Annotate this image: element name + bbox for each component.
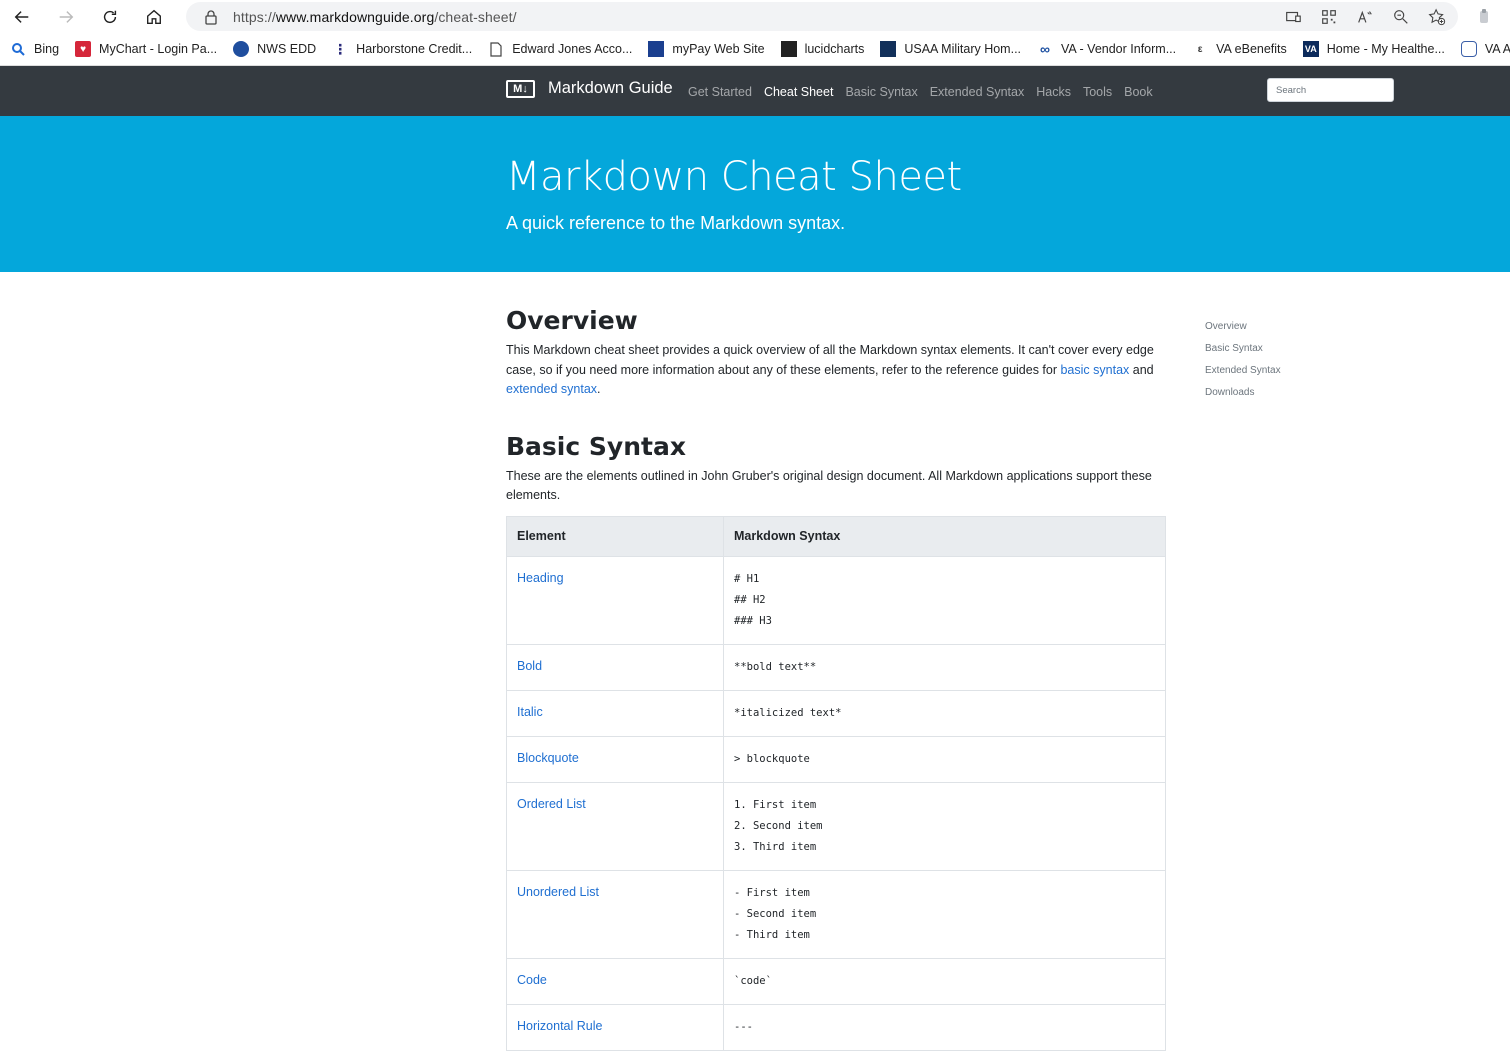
syntax-cell: 1. First item 2. Second item 3. Third item — [723, 781, 1166, 871]
read-aloud-icon[interactable] — [1356, 8, 1374, 26]
add-favorite-icon[interactable] — [1428, 8, 1446, 26]
bookmark-mychart[interactable]: ♥ MyChart - Login Pa... — [75, 41, 217, 57]
harborstone-icon: ⋮ — [333, 40, 348, 57]
col-element: Element — [506, 515, 724, 557]
ebenefits-icon: ε — [1197, 43, 1203, 55]
search-input[interactable]: Search — [1267, 78, 1394, 102]
qr-code-icon[interactable] — [1320, 8, 1338, 26]
va-vendor-icon: ∞ — [1040, 41, 1050, 57]
bookmark-lucidcharts[interactable]: lucidcharts — [780, 41, 864, 57]
element-link[interactable]: Unordered List — [517, 885, 599, 899]
extended-syntax-link[interactable]: extended syntax — [506, 382, 597, 396]
syntax-cell: - First item - Second item - Third item — [723, 869, 1166, 959]
back-button[interactable] — [0, 0, 44, 33]
table-row: Ordered List 1. First item 2. Second item… — [506, 781, 1166, 871]
table-row: Code `code` — [506, 957, 1166, 1005]
mypay-icon — [648, 41, 665, 57]
element-link[interactable]: Blockquote — [517, 751, 579, 765]
search-icon — [10, 41, 26, 57]
table-header-row: Element Markdown Syntax — [506, 515, 1166, 557]
element-link[interactable]: Heading — [517, 571, 564, 585]
nav-extended-syntax[interactable]: Extended Syntax — [930, 85, 1025, 99]
arrow-left-icon — [14, 10, 29, 23]
syntax-cell: `code` — [723, 957, 1166, 1005]
syntax-cell: > blockquote — [723, 735, 1166, 783]
page-icon — [488, 41, 504, 57]
lucid-icon — [780, 41, 797, 57]
element-link[interactable]: Italic — [517, 705, 543, 719]
brand-name: Markdown Guide — [548, 79, 673, 97]
app-available-icon[interactable] — [1284, 8, 1302, 26]
lock-icon — [205, 9, 217, 25]
nav-get-started[interactable]: Get Started — [688, 85, 752, 99]
brand-link[interactable]: M↓ Markdown Guide — [506, 79, 673, 98]
table-row: Heading # H1 ## H2 ### H3 — [506, 555, 1166, 645]
bookmark-va-vendor[interactable]: ∞ VA - Vendor Inform... — [1037, 41, 1176, 57]
refresh-button[interactable] — [88, 0, 132, 33]
main-nav: Get Started Cheat Sheet Basic Syntax Ext… — [688, 85, 1153, 99]
table-row: Unordered List - First item - Second item… — [506, 869, 1166, 959]
bookmark-va-access[interactable]: VA Access Gatew — [1460, 41, 1510, 57]
basic-syntax-text: These are the elements outlined in John … — [506, 468, 1152, 503]
page-title: Markdown Cheat Sheet — [506, 154, 962, 200]
syntax-cell: **bold text** — [723, 643, 1166, 691]
zoom-out-icon[interactable] — [1392, 8, 1410, 26]
noaa-icon — [233, 41, 250, 57]
basic-syntax-heading: Basic Syntax — [506, 431, 686, 461]
bookmark-nws[interactable]: NWS EDD — [233, 41, 316, 57]
markdown-logo-icon: M↓ — [506, 79, 535, 98]
table-row: Blockquote > blockquote — [506, 735, 1166, 783]
basic-syntax-link[interactable]: basic syntax — [1060, 363, 1129, 377]
toc-item-extended-syntax[interactable]: Extended Syntax — [1205, 360, 1281, 382]
bookmark-mypay[interactable]: myPay Web Site — [648, 41, 765, 57]
element-link[interactable]: Horizontal Rule — [517, 1019, 602, 1033]
extension-icon[interactable] — [1474, 7, 1494, 27]
page-subtitle: A quick reference to the Markdown syntax… — [506, 213, 846, 233]
address-bar[interactable]: https://www.markdownguide.org/cheat-shee… — [186, 2, 1458, 31]
nav-basic-syntax[interactable]: Basic Syntax — [845, 85, 917, 99]
overview-text: This Markdown cheat sheet provides a qui… — [506, 343, 1154, 396]
main-content: Overview This Markdown cheat sheet provi… — [506, 306, 1166, 1051]
toc-item-overview[interactable]: Overview — [1205, 316, 1281, 338]
va-icon: VA — [1302, 41, 1319, 57]
site-navbar: M↓ Markdown Guide Get Started Cheat Shee… — [0, 66, 1510, 116]
url-text: https://www.markdownguide.org/cheat-shee… — [233, 8, 517, 25]
nav-tools[interactable]: Tools — [1083, 85, 1112, 99]
arrow-right-icon — [59, 10, 74, 23]
nav-hacks[interactable]: Hacks — [1036, 85, 1071, 99]
access-icon — [1460, 41, 1477, 57]
bookmark-edward-jones[interactable]: Edward Jones Acco... — [488, 41, 632, 57]
forward-button[interactable] — [44, 0, 88, 33]
bookmark-harborstone[interactable]: ⋮ Harborstone Credit... — [332, 41, 472, 57]
nav-book[interactable]: Book — [1124, 85, 1153, 99]
element-link[interactable]: Bold — [517, 659, 542, 673]
bookmark-va-ebenefits[interactable]: ε VA eBenefits — [1192, 41, 1287, 57]
bookmark-my-healthevet[interactable]: VA Home - My Healthe... — [1302, 41, 1445, 57]
bookmark-usaa[interactable]: USAA Military Hom... — [880, 41, 1021, 57]
syntax-cell: *italicized text* — [723, 689, 1166, 737]
browser-toolbar: https://www.markdownguide.org/cheat-shee… — [0, 0, 1510, 33]
mychart-icon: ♥ — [75, 41, 92, 57]
usaa-icon — [880, 41, 897, 57]
refresh-icon — [103, 10, 117, 23]
syntax-cell: --- — [723, 1003, 1166, 1051]
toc-item-basic-syntax[interactable]: Basic Syntax — [1205, 338, 1281, 360]
bookmark-bing[interactable]: Bing — [10, 41, 59, 57]
home-icon — [147, 9, 161, 24]
col-syntax: Markdown Syntax — [723, 515, 1166, 557]
hero-banner: Markdown Cheat Sheet A quick reference t… — [0, 116, 1510, 272]
syntax-table: Element Markdown Syntax Heading # H1 ## H… — [506, 515, 1166, 1051]
table-row: Italic *italicized text* — [506, 689, 1166, 737]
element-link[interactable]: Ordered List — [517, 797, 586, 811]
element-link[interactable]: Code — [517, 973, 547, 987]
bookmarks-bar: Bing ♥ MyChart - Login Pa... NWS EDD ⋮ Har… — [0, 33, 1510, 66]
home-button[interactable] — [132, 0, 176, 33]
toc-item-downloads[interactable]: Downloads — [1205, 382, 1281, 404]
table-row: Horizontal Rule --- — [506, 1003, 1166, 1051]
table-row: Bold **bold text** — [506, 643, 1166, 691]
overview-heading: Overview — [506, 306, 638, 335]
nav-cheat-sheet[interactable]: Cheat Sheet — [764, 85, 834, 99]
table-of-contents: Overview Basic Syntax Extended Syntax Do… — [1205, 316, 1281, 404]
syntax-cell: # H1 ## H2 ### H3 — [723, 555, 1166, 645]
